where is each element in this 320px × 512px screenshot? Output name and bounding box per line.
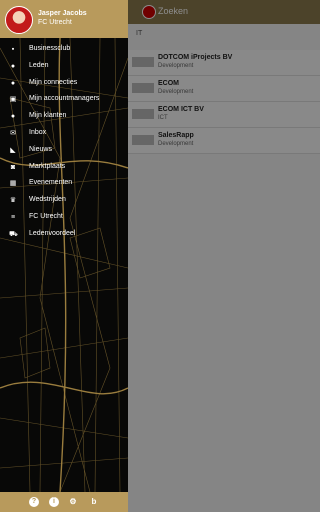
navigation-drawer: Jasper Jacobs FC Utrecht ▪ Businessclub …	[0, 0, 128, 512]
menu-item-mijn-accountmanagers[interactable]: ▣ Mijn accountmanagers	[0, 92, 128, 109]
rss-icon: ◣	[10, 146, 16, 154]
contact-card-icon: ▣	[9, 96, 17, 104]
info-icon[interactable]: i	[49, 497, 59, 507]
menu-item-evenementen[interactable]: ▦ Evenementen	[0, 176, 128, 193]
menu-item-label: FC Utrecht	[29, 212, 63, 220]
menu-item-label: Wedstrijden	[29, 196, 66, 204]
menu-item-businessclub[interactable]: ▪ Businessclub	[0, 42, 128, 59]
mail-icon: ✉	[10, 129, 16, 137]
profile-header[interactable]: Jasper Jacobs FC Utrecht	[0, 0, 128, 38]
menu-item-marktplaats[interactable]: ◙ Marktplaats	[0, 160, 128, 177]
briefcase-icon: ▪	[11, 46, 15, 53]
menu-item-label: Evenementen	[29, 179, 73, 187]
settings-icon[interactable]: ⚙	[68, 497, 78, 507]
menu-item-wedstrijden[interactable]: ♛ Wedstrijden	[0, 193, 128, 210]
add-person-icon: ●	[10, 113, 16, 121]
avatar[interactable]	[5, 6, 33, 34]
camera-icon: ◙	[10, 163, 16, 171]
menu-item-label: Mijn accountmanagers	[29, 95, 100, 103]
profile-name: Jasper Jacobs	[38, 10, 87, 17]
menu-item-inbox[interactable]: ✉ Inbox	[0, 126, 128, 143]
drawer-menu: ▪ Businessclub ● Leden ● Mijn connecties…	[0, 42, 128, 244]
profile-club: FC Utrecht	[38, 19, 72, 26]
trophy-icon: ♛	[9, 197, 17, 205]
menu-item-label: Businessclub	[29, 45, 71, 52]
menu-item-label: Leden	[29, 61, 49, 69]
people-icon: ●	[10, 79, 16, 87]
calendar-icon: ▦	[9, 180, 17, 188]
menu-item-label: Inbox	[29, 128, 47, 136]
list-icon: ≡	[10, 213, 16, 221]
menu-item-label: Mijn klanten	[29, 112, 67, 120]
cart-icon: ⛟	[9, 230, 18, 238]
menu-item-label: Mijn connecties	[29, 78, 78, 86]
menu-item-fc-utrecht[interactable]: ≡ FC Utrecht	[0, 210, 128, 227]
menu-item-ledenvoordeel[interactable]: ⛟ Ledenvoordeel	[0, 227, 128, 244]
menu-item-label: Nieuws	[29, 145, 52, 153]
help-icon[interactable]: ?	[29, 497, 39, 507]
menu-item-mijn-klanten[interactable]: ● Mijn klanten	[0, 109, 128, 126]
menu-item-mijn-connecties[interactable]: ● Mijn connecties	[0, 76, 128, 93]
menu-item-leden[interactable]: ● Leden	[0, 59, 128, 76]
menu-item-nieuws[interactable]: ◣ Nieuws	[0, 143, 128, 160]
menu-item-label: Marktplaats	[29, 162, 66, 170]
drawer-footer: ? i ⚙ b	[0, 492, 128, 512]
brand-logo-icon[interactable]: b	[89, 497, 99, 507]
person-icon: ●	[10, 62, 16, 70]
menu-item-label: Ledenvoordeel	[29, 229, 76, 237]
